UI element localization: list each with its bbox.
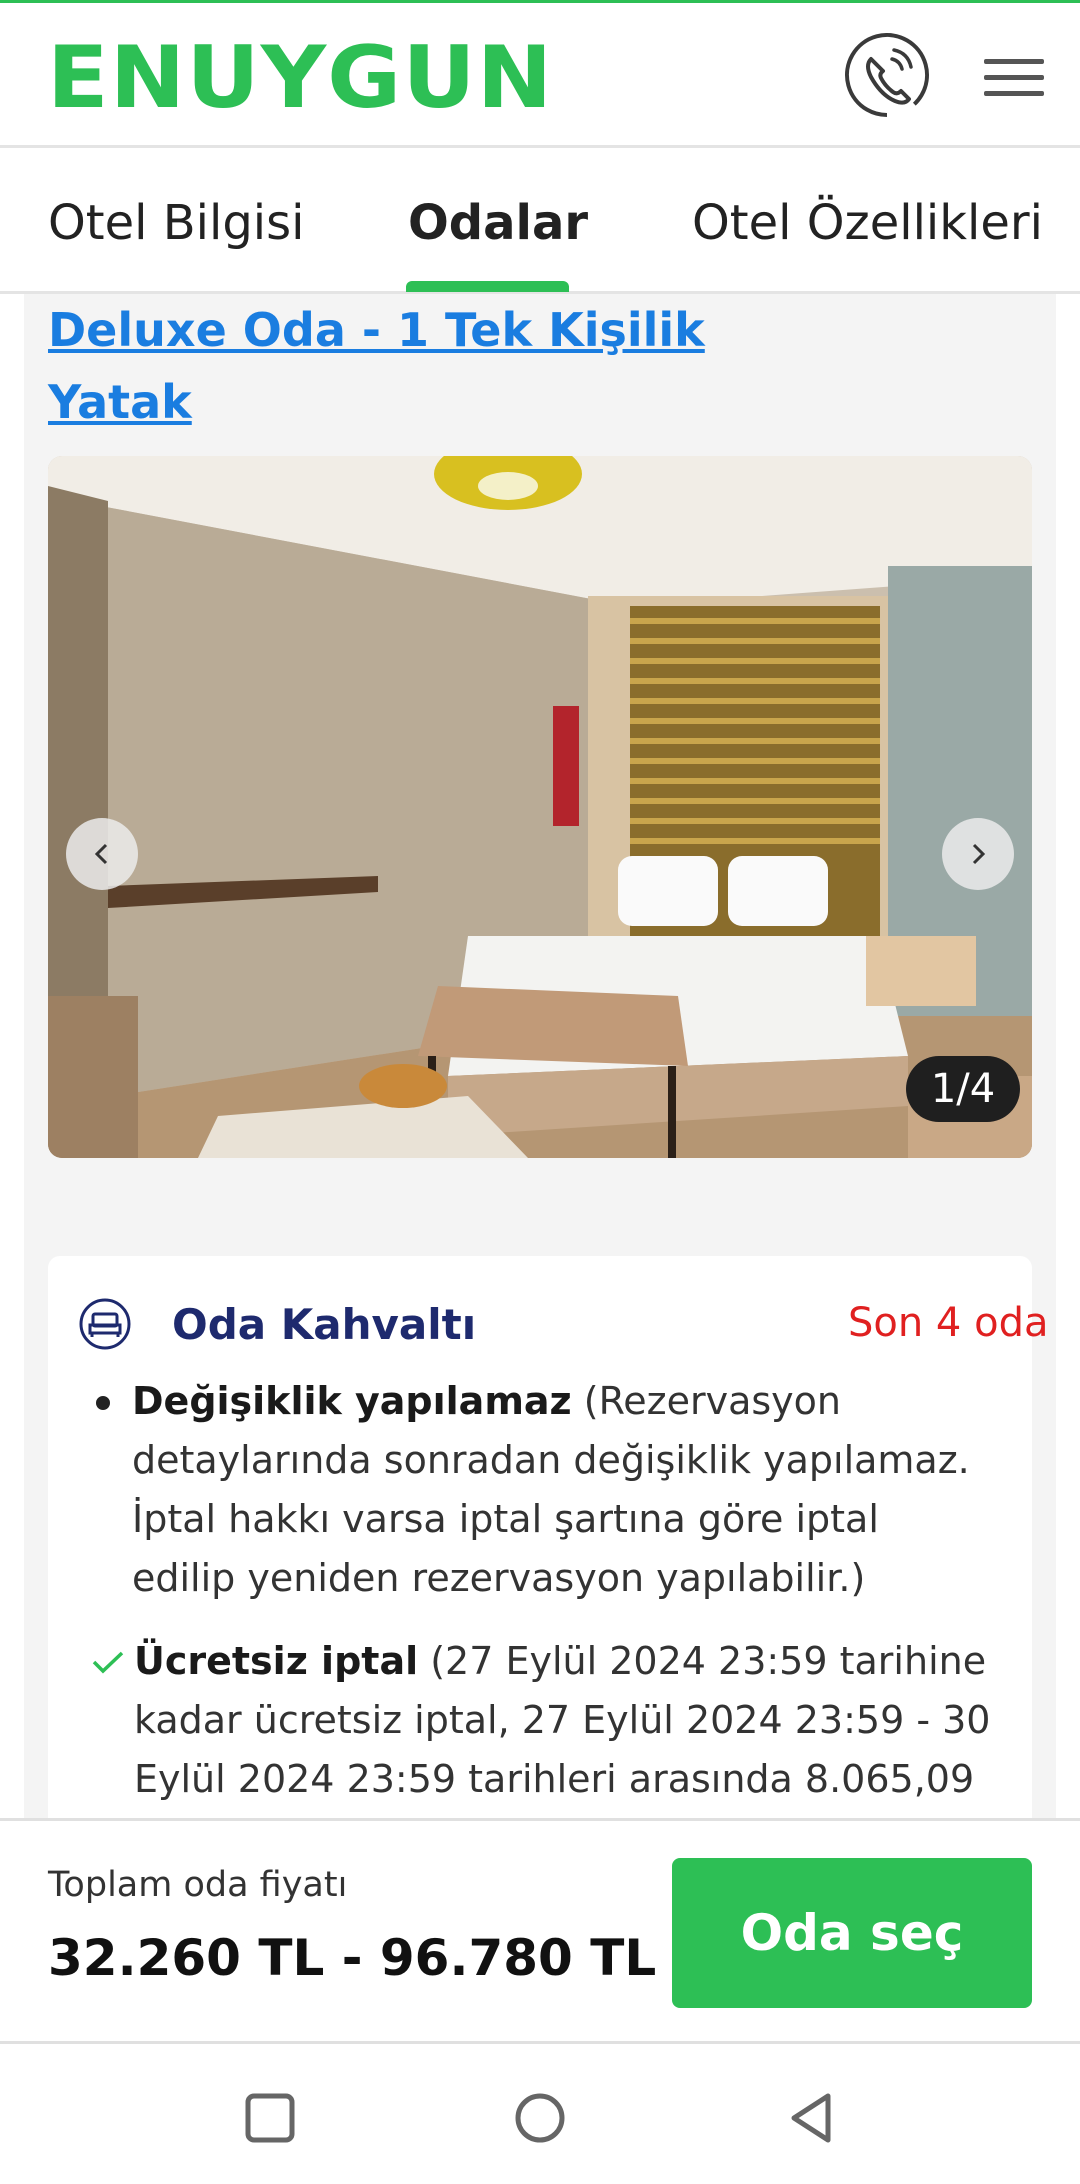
bullet-dot [96, 1396, 110, 1410]
active-tab-indicator [406, 281, 569, 292]
photo-counter: 1/4 [906, 1056, 1020, 1122]
phone-icon[interactable] [840, 33, 934, 117]
change-policy: Değişiklik yapılamaz (Rezervasyon detayl… [132, 1372, 992, 1608]
room-title-link[interactable]: Deluxe Oda - 1 Tek Kişilik Yatak [48, 294, 748, 438]
triangle-back-icon[interactable] [784, 2090, 840, 2146]
change-policy-title: Değişiklik yapılamaz [132, 1379, 572, 1423]
tab-otel-bilgisi[interactable]: Otel Bilgisi [48, 197, 304, 250]
bed-icon [79, 1298, 131, 1350]
cancellation-title: Ücretsiz iptal [134, 1639, 419, 1683]
chevron-right-icon[interactable] [942, 818, 1014, 890]
price-bar: Toplam oda fiyatı 32.260 TL - 96.780 TL … [0, 1818, 1080, 2044]
enuygun-logo[interactable]: ENUYGUN [47, 35, 553, 121]
tab-otel-ozellikleri[interactable]: Otel Özellikleri [692, 197, 1043, 250]
chevron-left-icon[interactable] [66, 818, 138, 890]
hotel-tabs: Otel Bilgisi Odalar Otel Özellikleri [0, 151, 1080, 294]
total-price-label: Toplam oda fiyatı [48, 1865, 348, 1905]
board-type: Oda Kahvaltı [172, 1300, 477, 1349]
cancellation-policy: Ücretsiz iptal (27 Eylül 2024 23:59 tari… [134, 1632, 1014, 1818]
room-content: Deluxe Oda - 1 Tek Kişilik Yatak 1/4 Oda… [24, 294, 1056, 1818]
hamburger-menu-icon[interactable] [984, 59, 1044, 99]
total-price-value: 32.260 TL - 96.780 TL [48, 1929, 657, 1987]
checkmark-icon [88, 1648, 128, 1678]
circle-home-icon[interactable] [512, 2090, 568, 2146]
room-photo [48, 456, 1032, 1158]
system-navigation-bar [0, 2044, 1080, 2184]
room-photo-gallery[interactable]: 1/4 [48, 456, 1032, 1158]
tab-odalar[interactable]: Odalar [408, 197, 588, 250]
room-offer-card: Oda Kahvaltı Son 4 oda Değişiklik yapıla… [48, 1256, 1048, 1818]
app-header: ENUYGUN [0, 0, 1080, 148]
availability-badge: Son 4 oda [848, 1300, 1049, 1346]
select-room-button[interactable]: Oda seç [672, 1858, 1032, 2008]
square-recents-icon[interactable] [242, 2090, 298, 2146]
